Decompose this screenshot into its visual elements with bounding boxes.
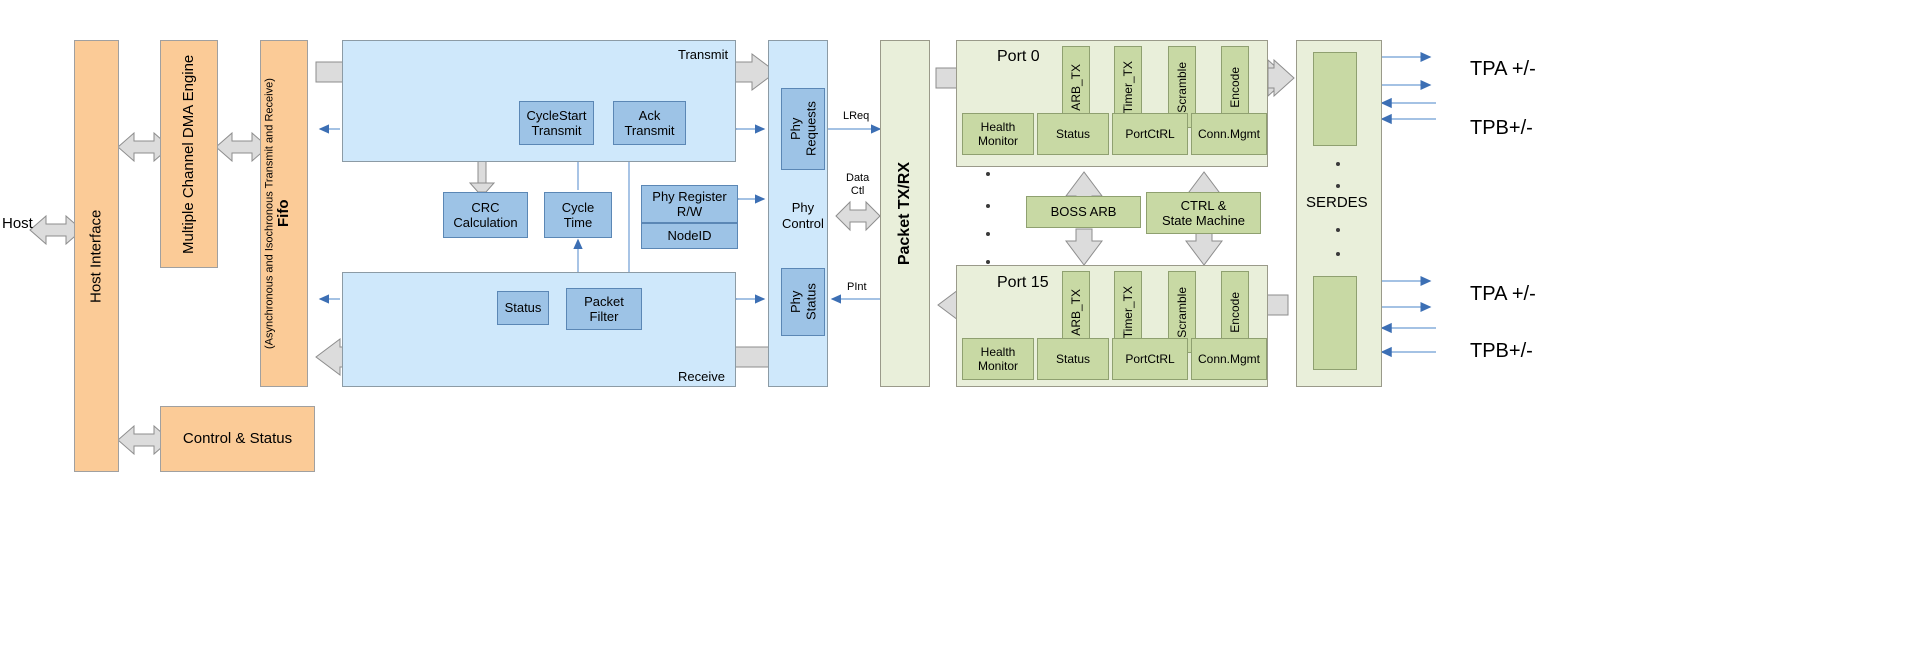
phy-control-line1: Phy: [791, 200, 815, 215]
phy-control-label: Phy Control: [782, 200, 824, 231]
port-ellipsis-dot: [986, 204, 990, 208]
port-0-arb-tx-label: ARB_TX: [1068, 63, 1083, 111]
ack-line1: Ack: [638, 107, 661, 123]
data-ctl-line2: Ctl: [850, 184, 865, 197]
phy-register-line1: Phy Register: [652, 188, 727, 204]
nodeid-block[interactable]: NodeID: [641, 223, 738, 249]
port-15-arb-tx-label: ARB_TX: [1068, 288, 1083, 336]
serdes-ellipsis-dot: [1336, 162, 1340, 166]
port-15-status[interactable]: Status: [1037, 338, 1109, 380]
cycletime-line2: Time: [563, 215, 593, 230]
port-0-portctrl[interactable]: PortCtRL: [1112, 113, 1188, 155]
receive-status-block[interactable]: Status: [497, 291, 549, 325]
port-15-health-line2: Monitor: [977, 359, 1018, 373]
port-0-health-line1: Health: [980, 119, 1016, 134]
phy-control-line2: Control: [782, 215, 824, 231]
transmit-label: Transmit: [678, 47, 729, 62]
ctrl-state-machine-block[interactable]: CTRL & State Machine: [1146, 192, 1261, 234]
block-diagram-canvas: Host Host Interface Multiple Channel DMA…: [0, 0, 1920, 654]
phy-status-line2: Status: [803, 283, 818, 321]
host-interface-block[interactable]: Host Interface: [74, 40, 119, 472]
host-label: Host: [2, 215, 33, 232]
ack-transmit-block[interactable]: Ack Transmit: [613, 101, 686, 145]
port-15-title: Port 15: [997, 274, 1049, 291]
packet-txrx-label: Packet TX/RX: [895, 161, 913, 266]
ctrl-sm-line1: CTRL &: [1180, 197, 1227, 213]
boss-arb-block[interactable]: BOSS ARB: [1026, 196, 1141, 228]
control-status-block[interactable]: Control & Status: [160, 406, 315, 472]
serdes-label: SERDES: [1306, 194, 1368, 211]
cycletime-line1: Cycle: [561, 199, 595, 215]
port-15-scramble-label: Scramble: [1174, 286, 1189, 338]
tpa-label-top: TPA +/-: [1470, 58, 1536, 80]
cyclestart-transmit-block[interactable]: CycleStart Transmit: [519, 101, 594, 145]
pint-signal-label: PInt: [847, 281, 867, 293]
lreq-signal-label: LReq: [843, 110, 870, 122]
port-0-conn-mgmt[interactable]: Conn.Mgmt: [1191, 113, 1267, 155]
cyclestart-line2: Transmit: [531, 123, 582, 138]
fifo-subtitle: (Asynchronous and Isochronous Transmit a…: [263, 78, 276, 349]
crc-line1: CRC: [471, 199, 500, 215]
receive-pane: [342, 272, 736, 387]
receive-label: Receive: [678, 369, 725, 384]
port-ellipsis-dot: [986, 260, 990, 264]
phy-register-rw-block[interactable]: Phy Register R/W: [641, 185, 738, 223]
packet-txrx-block[interactable]: Packet TX/RX: [880, 40, 930, 387]
serdes-ellipsis-dot: [1336, 252, 1340, 256]
port-15-timer-tx-label: Timer_TX: [1120, 285, 1135, 339]
port-0-encode-label: Encode: [1227, 66, 1242, 108]
serdes-ellipsis-dot: [1336, 228, 1340, 232]
crc-line2: Calculation: [453, 215, 518, 230]
phy-requests-line1: Phy: [787, 117, 803, 141]
port-0-health-line2: Monitor: [977, 134, 1018, 148]
phy-status-block[interactable]: Phy Status: [781, 268, 825, 336]
packet-filter-line1: Packet: [584, 293, 624, 309]
tpb-label-top: TPB+/-: [1470, 117, 1533, 139]
port-15-conn-mgmt[interactable]: Conn.Mgmt: [1191, 338, 1267, 380]
fifo-block[interactable]: Fifo (Asynchronous and Isochronous Trans…: [260, 40, 308, 387]
serdes-buffer-top: [1313, 52, 1357, 146]
ctrl-sm-line2: State Machine: [1161, 213, 1246, 228]
port-0-scramble-label: Scramble: [1174, 61, 1189, 113]
phy-register-line2: R/W: [676, 204, 703, 219]
port-0-title: Port 0: [997, 48, 1040, 65]
port-0-timer-tx-label: Timer_TX: [1120, 60, 1135, 114]
data-ctl-signal-label: Data Ctl: [846, 172, 869, 197]
phy-requests-line2: Requests: [803, 101, 818, 157]
phy-status-line1: Phy: [787, 290, 803, 314]
port-15-portctrl[interactable]: PortCtRL: [1112, 338, 1188, 380]
data-ctl-line1: Data: [846, 172, 870, 184]
port-0-status[interactable]: Status: [1037, 113, 1109, 155]
packet-filter-block[interactable]: Packet Filter: [566, 288, 642, 330]
tpb-label-bottom: TPB+/-: [1470, 340, 1533, 362]
port-15-health-monitor[interactable]: Health Monitor: [962, 338, 1034, 380]
port-ellipsis-dot: [986, 232, 990, 236]
port-ellipsis-dot: [986, 172, 990, 176]
port-15-encode-label: Encode: [1227, 291, 1242, 333]
serdes-buffer-bottom: [1313, 276, 1357, 370]
ack-line2: Transmit: [624, 123, 675, 138]
cyclestart-line1: CycleStart: [526, 107, 587, 123]
port-0-health-monitor[interactable]: Health Monitor: [962, 113, 1034, 155]
packet-filter-line2: Filter: [589, 309, 619, 324]
tpa-label-bottom: TPA +/-: [1470, 283, 1536, 305]
phy-requests-block[interactable]: Phy Requests: [781, 88, 825, 170]
cycle-time-block[interactable]: Cycle Time: [544, 192, 612, 238]
dma-engine-block[interactable]: Multiple Channel DMA Engine: [160, 40, 218, 268]
crc-calculation-block[interactable]: CRC Calculation: [443, 192, 528, 238]
serdes-ellipsis-dot: [1336, 184, 1340, 188]
port-15-health-line1: Health: [980, 344, 1016, 359]
